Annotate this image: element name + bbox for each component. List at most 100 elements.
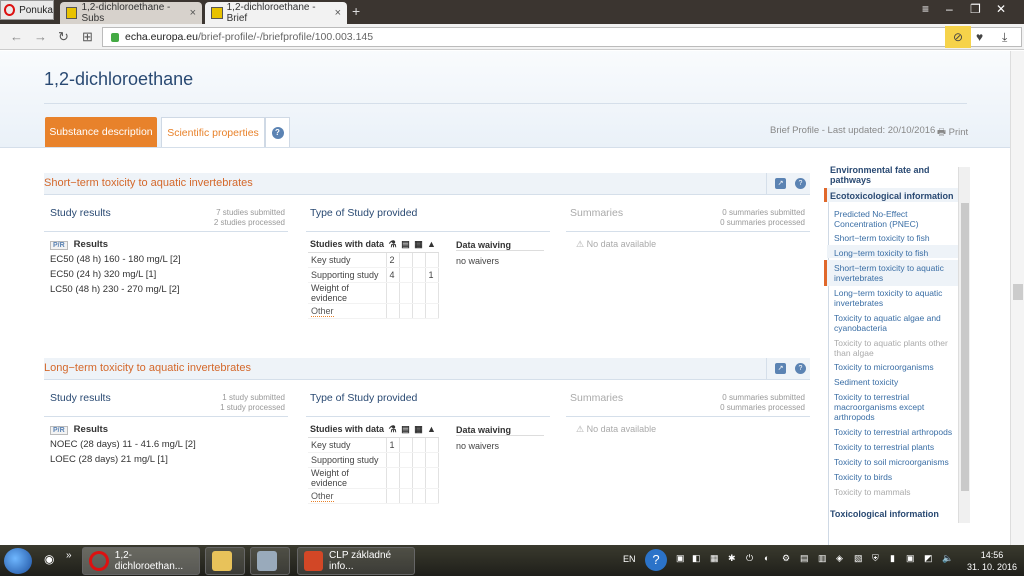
chrome-icon[interactable]: ◉ xyxy=(44,552,54,566)
volume-icon[interactable]: 🔈 xyxy=(942,553,953,564)
nav-item-long-term-invertebrates[interactable]: Long−term toxicity to aquatic invertebra… xyxy=(834,288,958,308)
open-external-icon[interactable]: ↗ xyxy=(775,363,786,374)
studies-submitted: 1 study submitted xyxy=(222,393,285,402)
nav-group-environmental-fate[interactable]: Environmental fate and pathways xyxy=(830,165,958,185)
cell xyxy=(399,467,413,489)
download-icon[interactable]: ⤓ xyxy=(1002,30,1007,45)
nav-item-birds[interactable]: Toxicity to birds xyxy=(834,472,958,482)
tray-icon[interactable]: ▣ xyxy=(676,553,685,564)
tab-substance-description[interactable]: Substance description xyxy=(45,117,157,147)
tray-icon[interactable]: ◩ xyxy=(924,553,933,564)
nav-scrollbar[interactable] xyxy=(958,167,970,523)
pr-badge: P/R xyxy=(50,426,68,435)
cell: 1 xyxy=(425,267,439,283)
tray-icon[interactable]: ◧ xyxy=(692,553,701,564)
nav-item-sediment[interactable]: Sediment toxicity xyxy=(834,377,958,387)
warning-icon: ⚠ xyxy=(576,424,585,434)
page-scrollbar-thumb[interactable] xyxy=(1013,284,1023,300)
nav-item-algae[interactable]: Toxicity to aquatic algae and cyanobacte… xyxy=(834,313,958,333)
studies-submitted: 7 studies submitted xyxy=(216,208,285,217)
other-link[interactable]: Other xyxy=(311,305,334,317)
lock-icon xyxy=(111,32,119,42)
nav-item-terrestrial-arthropods[interactable]: Toxicity to terrestrial arthropods xyxy=(834,427,958,437)
new-tab-icon[interactable]: + xyxy=(352,3,360,19)
tray-icon[interactable]: ▦ xyxy=(710,553,719,564)
row-label[interactable]: Other xyxy=(308,488,387,504)
close-tab-icon[interactable]: × xyxy=(190,7,196,19)
power-icon[interactable]: ⏻ xyxy=(746,553,753,564)
nav-item-pnec[interactable]: Predicted No-Effect Concentration (PNEC) xyxy=(834,209,958,229)
clock[interactable]: 14:56 31. 10. 2016 xyxy=(966,549,1018,573)
tray-icon[interactable]: ▧ xyxy=(854,553,863,564)
cell xyxy=(386,303,400,319)
cell xyxy=(399,282,413,304)
network-icon[interactable]: ▮ xyxy=(890,553,895,564)
start-button[interactable] xyxy=(4,548,32,574)
speed-dial-icon[interactable]: ⊞ xyxy=(82,29,93,45)
other-link[interactable]: Other xyxy=(311,490,334,502)
cell xyxy=(399,437,413,453)
summaries-submitted: 0 summaries submitted xyxy=(722,208,805,217)
tray-icon[interactable]: ▤ xyxy=(800,553,809,564)
help-icon[interactable]: ? xyxy=(795,363,806,374)
bluetooth-icon[interactable]: ✱ xyxy=(728,553,736,564)
cell xyxy=(412,267,426,283)
help-icon[interactable]: ? xyxy=(645,549,667,571)
tray-icon[interactable]: ◈ xyxy=(836,553,843,564)
tab-scientific-properties[interactable]: Scientific properties xyxy=(161,117,265,147)
chevron-icon[interactable]: » xyxy=(66,550,72,561)
nav-group-ecotoxicological[interactable]: Ecotoxicological information xyxy=(830,191,958,201)
tray-icon[interactable]: ◐ xyxy=(764,553,769,563)
data-waiving-value: no waivers xyxy=(456,256,500,266)
opera-menu-button[interactable]: Ponuka xyxy=(0,0,54,20)
open-external-icon[interactable]: ↗ xyxy=(775,178,786,189)
table-row: Key study 1 xyxy=(308,437,439,453)
maximize-icon[interactable]: ❐ xyxy=(970,2,981,16)
print-link[interactable]: 🖶 Print xyxy=(937,125,968,141)
browser-tab-brief[interactable]: 1,2-dichloroethane - Brief × xyxy=(205,2,347,24)
ad-block-icon[interactable]: ⊘ xyxy=(945,26,971,48)
tab-help[interactable]: ? xyxy=(265,117,290,147)
nav-item-long-term-fish[interactable]: Long−term toxicity to fish xyxy=(834,248,958,258)
taskbar-explorer[interactable] xyxy=(205,547,245,575)
forward-icon[interactable]: → xyxy=(34,29,47,44)
nav-item-microorganisms[interactable]: Toxicity to microorganisms xyxy=(834,362,958,372)
minimize-icon[interactable]: – xyxy=(946,2,953,16)
tray-icon[interactable]: ▣ xyxy=(906,553,915,564)
nav-item-short-term-fish[interactable]: Short−term toxicity to fish xyxy=(834,233,958,243)
nav-item-short-term-invertebrates[interactable]: Short−term toxicity to aquatic invertebr… xyxy=(834,263,958,283)
language-indicator[interactable]: EN xyxy=(623,554,636,564)
studies-processed: 2 studies processed xyxy=(213,218,285,227)
taskbar-powerpoint[interactable]: CLP základné info... xyxy=(297,547,415,575)
nav-item-terrestrial-plants[interactable]: Toxicity to terrestrial plants xyxy=(834,442,958,452)
table-row: Other xyxy=(308,488,439,504)
close-tab-icon[interactable]: × xyxy=(335,7,341,19)
no-data-text: No data available xyxy=(586,424,657,434)
windows-taskbar: ◉ » 1,2-dichloroethan... CLP základné in… xyxy=(0,545,1024,576)
cell xyxy=(399,267,413,283)
taskbar-opera[interactable]: 1,2-dichloroethan... xyxy=(82,547,200,575)
tray-icon[interactable]: ⚙ xyxy=(782,553,790,564)
nav-item-terrestrial-macroorganisms[interactable]: Toxicity to terrestrial macroorganisms e… xyxy=(834,392,958,422)
cell xyxy=(386,452,400,468)
heart-icon[interactable]: ♥ xyxy=(976,30,983,44)
reload-icon[interactable]: ↻ xyxy=(58,29,69,45)
page-scrollbar[interactable] xyxy=(1010,51,1024,545)
back-icon[interactable]: ← xyxy=(10,29,23,44)
close-window-icon[interactable]: ✕ xyxy=(996,2,1006,16)
shield-icon[interactable]: ⛨ xyxy=(872,553,879,564)
results-label: Results xyxy=(73,424,108,435)
cell xyxy=(399,303,413,319)
browser-tab-label: 1,2-dichloroethane - Brief xyxy=(226,2,316,24)
taskbar-device[interactable] xyxy=(250,547,290,575)
nav-item-soil-microorganisms[interactable]: Toxicity to soil microorganisms xyxy=(834,457,958,467)
row-label[interactable]: Other xyxy=(308,303,387,319)
nav-scrollbar-thumb[interactable] xyxy=(961,203,969,491)
help-icon[interactable]: ? xyxy=(795,178,806,189)
tray-icon[interactable]: ▥ xyxy=(818,553,827,564)
browser-tab-substance[interactable]: 1,2-dichloroethane - Subs × xyxy=(60,2,202,24)
summaries-count: 0 summaries submitted 0 summaries proces… xyxy=(680,393,805,413)
url-input[interactable]: echa.europa.eu /brief-profile/-/briefpro… xyxy=(102,27,1022,47)
tab-menu-icon[interactable]: ≡ xyxy=(922,2,929,16)
nav-group-toxicological[interactable]: Toxicological information xyxy=(830,509,958,519)
